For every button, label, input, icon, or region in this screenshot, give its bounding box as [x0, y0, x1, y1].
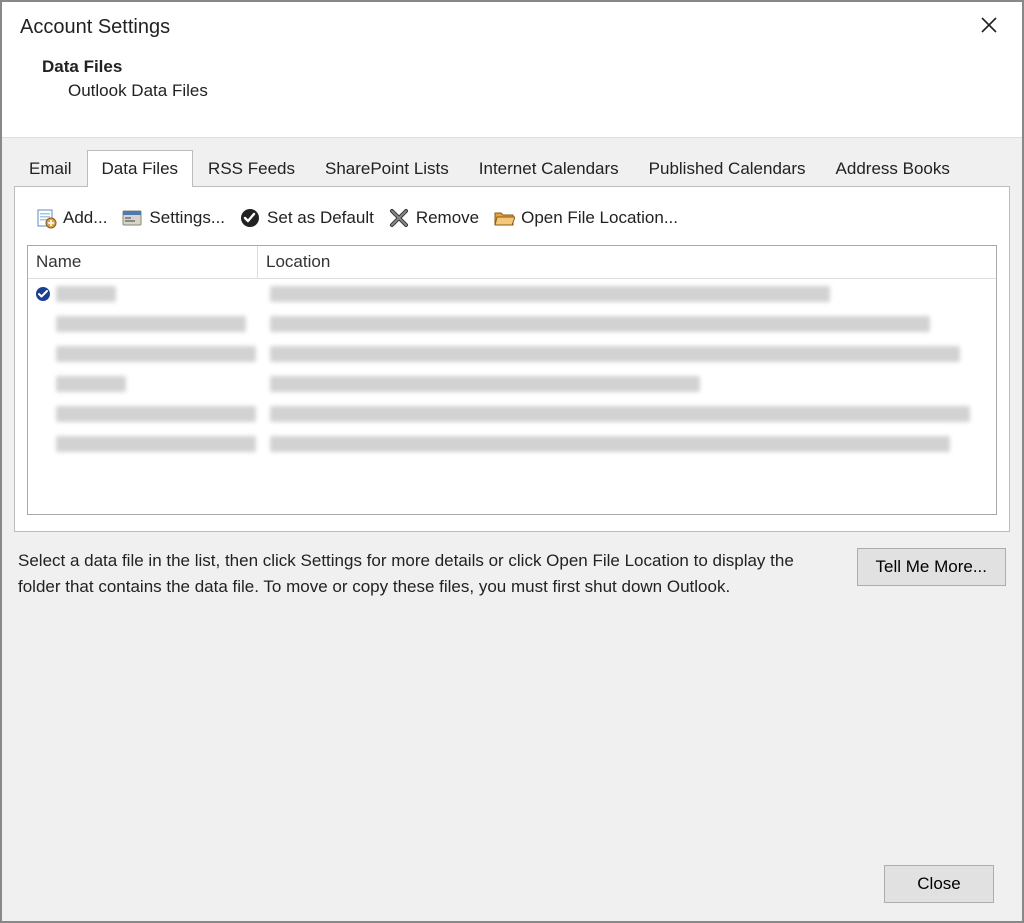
open-file-location-button[interactable]: Open File Location... — [491, 205, 680, 231]
default-indicator-icon — [34, 435, 52, 453]
table-row[interactable] — [28, 309, 996, 339]
help-text: Select a data file in the list, then cli… — [18, 548, 837, 599]
column-header-location[interactable]: Location — [258, 246, 996, 279]
data-files-list[interactable]: Name Location — [27, 245, 997, 515]
tab-internet-calendars[interactable]: Internet Calendars — [464, 150, 634, 187]
settings-icon — [121, 207, 143, 229]
dialog-body: EmailData FilesRSS FeedsSharePoint Lists… — [2, 137, 1022, 921]
add-button[interactable]: Add... — [33, 205, 109, 231]
cell-name — [56, 376, 262, 392]
table-row[interactable] — [28, 429, 996, 459]
tab-data-files[interactable]: Data Files — [87, 150, 194, 187]
set-default-button[interactable]: Set as Default — [237, 205, 376, 231]
settings-label: Settings... — [149, 208, 225, 228]
add-label: Add... — [63, 208, 107, 228]
cell-location — [270, 316, 990, 332]
tell-me-more-button[interactable]: Tell Me More... — [857, 548, 1006, 586]
close-icon[interactable] — [974, 16, 1004, 38]
cell-name — [56, 316, 262, 332]
cell-name — [56, 346, 262, 362]
remove-x-icon — [388, 207, 410, 229]
window-title: Account Settings — [20, 16, 170, 39]
help-row: Select a data file in the list, then cli… — [14, 532, 1010, 599]
remove-button[interactable]: Remove — [386, 205, 481, 231]
cell-location — [270, 346, 990, 362]
tab-sharepoint-lists[interactable]: SharePoint Lists — [310, 150, 464, 187]
table-row[interactable] — [28, 399, 996, 429]
cell-location — [270, 436, 990, 452]
default-indicator-icon — [34, 375, 52, 393]
cell-name — [56, 406, 262, 422]
settings-button[interactable]: Settings... — [119, 205, 227, 231]
folder-open-icon — [493, 207, 515, 229]
title-bar: Account Settings — [2, 2, 1022, 49]
dialog-footer: Close — [14, 599, 1010, 921]
cell-location — [270, 406, 990, 422]
cell-name — [56, 286, 262, 302]
table-row[interactable] — [28, 339, 996, 369]
table-row[interactable] — [28, 279, 996, 309]
section-header: Data Files Outlook Data Files — [2, 49, 1022, 137]
set-default-label: Set as Default — [267, 208, 374, 228]
tab-rss-feeds[interactable]: RSS Feeds — [193, 150, 310, 187]
cell-name — [56, 436, 262, 452]
default-indicator-icon — [34, 315, 52, 333]
tab-published-calendars[interactable]: Published Calendars — [634, 150, 821, 187]
section-description: Outlook Data Files — [68, 81, 1022, 101]
checkmark-circle-icon — [239, 207, 261, 229]
tab-address-books[interactable]: Address Books — [821, 150, 965, 187]
cell-location — [270, 376, 990, 392]
cell-location — [270, 286, 990, 302]
column-header-name[interactable]: Name — [28, 246, 258, 279]
table-row[interactable] — [28, 369, 996, 399]
list-body — [28, 279, 996, 459]
add-file-icon — [35, 207, 57, 229]
account-settings-window: Account Settings Data Files Outlook Data… — [0, 0, 1024, 923]
default-indicator-icon — [34, 285, 52, 303]
section-title: Data Files — [42, 57, 1022, 77]
tab-email[interactable]: Email — [14, 150, 87, 187]
remove-label: Remove — [416, 208, 479, 228]
default-indicator-icon — [34, 345, 52, 363]
close-button[interactable]: Close — [884, 865, 994, 903]
default-indicator-icon — [34, 405, 52, 423]
open-file-location-label: Open File Location... — [521, 208, 678, 228]
tab-pane-data-files: Add... Settings... — [14, 186, 1010, 532]
data-files-toolbar: Add... Settings... — [27, 205, 997, 231]
list-header: Name Location — [28, 246, 996, 279]
tab-strip: EmailData FilesRSS FeedsSharePoint Lists… — [14, 150, 1010, 187]
